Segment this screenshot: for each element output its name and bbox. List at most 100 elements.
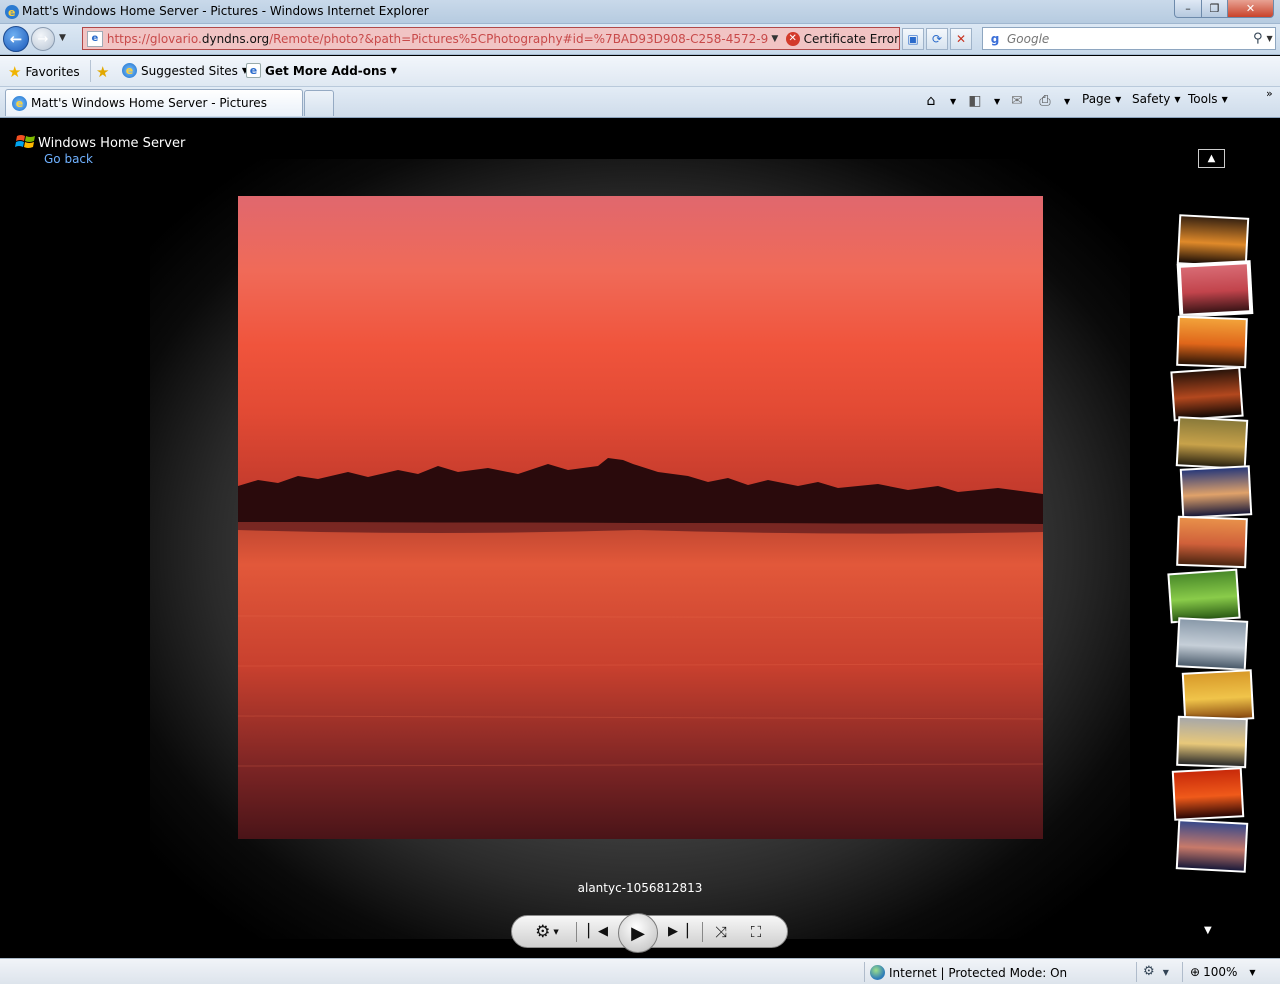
minimize-button[interactable]: –	[1174, 0, 1202, 18]
chevron-down-icon: ▼	[1174, 94, 1181, 104]
address-url[interactable]: https://glovario.dyndns.org/Remote/photo…	[107, 32, 768, 46]
search-input[interactable]	[1007, 31, 1247, 46]
chevron-down-icon: ▼	[950, 96, 957, 106]
address-bar[interactable]: e https://glovario.dyndns.org/Remote/pho…	[82, 27, 900, 50]
fullscreen-button[interactable]: ⛶	[742, 916, 770, 947]
thumbnail-blue-pattern[interactable]	[1175, 617, 1249, 671]
refresh-button[interactable]: ⟳	[926, 28, 948, 50]
thumbnail-image	[1177, 418, 1247, 468]
arrow-left-icon: ←	[9, 30, 23, 48]
thumbnail-image	[1172, 368, 1242, 420]
chevron-down-icon: ▼	[1115, 94, 1122, 104]
command-bar-chevron[interactable]: »	[1266, 87, 1273, 100]
compatibility-icon: ▣	[907, 32, 919, 46]
page-menu-label: Page	[1082, 92, 1112, 106]
stop-button[interactable]: ✕	[950, 28, 972, 50]
next-button[interactable]: ▶▕	[664, 916, 692, 947]
zoom-control[interactable]: ⊕ 100% ▼	[1190, 965, 1256, 979]
rss-icon: ◧	[968, 93, 982, 109]
thumbnail-image	[1177, 821, 1247, 871]
protected-mode-button[interactable]: ⚙ ▼	[1143, 964, 1169, 979]
security-zone-label: Internet | Protected Mode: On	[889, 965, 1068, 980]
window-title: Matt's Windows Home Server - Pictures - …	[22, 4, 429, 18]
gear-icon: ⚙	[535, 921, 551, 942]
read-mail-button[interactable]: ✉	[1008, 92, 1026, 110]
divider	[864, 962, 865, 982]
thumbnails-scroll-down-button[interactable]: ▼	[1204, 925, 1212, 936]
play-icon: ▶	[631, 922, 645, 944]
refresh-icon: ⟳	[931, 32, 943, 46]
shuffle-button[interactable]: ⤨	[708, 916, 734, 947]
slideshow-controls: ⚙ ▼ ▏◀ ▶ ▶▕ ⤨ ⛶	[511, 913, 788, 953]
history-dropdown-icon[interactable]: ▼	[59, 33, 71, 45]
back-button[interactable]: ←	[3, 26, 29, 52]
chevron-down-icon: ▼	[1249, 967, 1256, 977]
mail-icon: ✉	[1011, 93, 1023, 109]
suggested-sites-label: Suggested Sites	[141, 63, 238, 78]
thumbnail-pink-lake[interactable]	[1178, 262, 1252, 316]
favorites-button[interactable]: ★ Favorites	[8, 63, 80, 81]
shuffle-icon: ⤨	[714, 922, 727, 941]
add-to-favorites-bar-button[interactable]: ★	[96, 63, 113, 81]
settings-button[interactable]: ⚙ ▼	[526, 916, 568, 947]
thumbnail-palm-sunset[interactable]	[1176, 515, 1248, 569]
feeds-button[interactable]: ◧ ▼	[966, 92, 1000, 110]
navigation-bar: ← → ▼ e https://glovario.dyndns.org/Remo…	[0, 24, 1280, 55]
tab-bar: e Matt's Windows Home Server - Pictures …	[0, 87, 1280, 118]
go-back-link[interactable]: Go back	[44, 152, 93, 166]
chevron-down-icon: ▼	[1064, 96, 1071, 106]
new-tab-button[interactable]	[304, 90, 334, 116]
arrow-right-icon: →	[37, 31, 49, 47]
thumbnail-image	[1178, 717, 1246, 767]
shield-icon: ⚙	[1143, 964, 1155, 979]
get-more-addons-button[interactable]: e Get More Add-ons ▼	[246, 63, 397, 78]
home-icon: ⌂	[926, 93, 936, 109]
fullscreen-icon: ⛶	[750, 922, 762, 941]
thumbnail-dark-sun[interactable]	[1170, 366, 1244, 422]
tab-active[interactable]: e Matt's Windows Home Server - Pictures	[5, 89, 303, 116]
thumbnail-image	[1178, 517, 1246, 567]
print-button[interactable]: ⎙ ▼	[1036, 92, 1070, 110]
tools-menu[interactable]: Tools ▼	[1188, 92, 1228, 106]
thumbnails-scroll-up-button[interactable]: ▲	[1198, 149, 1225, 168]
page-menu[interactable]: Page ▼	[1082, 92, 1121, 106]
safety-menu-label: Safety	[1132, 92, 1171, 106]
thumbnail-green-grass[interactable]	[1167, 568, 1241, 624]
play-button[interactable]: ▶	[618, 913, 658, 953]
printer-icon: ⎙	[1039, 93, 1051, 109]
triangle-up-icon: ▲	[1207, 153, 1216, 164]
address-dropdown-icon[interactable]: ▼	[768, 34, 782, 44]
certificate-error-label[interactable]: Certificate Error	[804, 32, 899, 46]
status-bar: Internet | Protected Mode: On ⚙ ▼ ⊕ 100%…	[0, 958, 1280, 984]
thumbnail-orange-sky[interactable]	[1176, 315, 1248, 369]
security-zone[interactable]: Internet | Protected Mode: On	[870, 965, 1067, 980]
safety-menu[interactable]: Safety ▼	[1132, 92, 1181, 106]
suggested-sites-button[interactable]: e Suggested Sites ▼	[122, 63, 248, 78]
thumbnail-image	[1178, 216, 1248, 266]
svg-text:e: e	[8, 6, 15, 19]
thumbnail-sunset-beach[interactable]	[1176, 214, 1250, 268]
home-button[interactable]: ⌂ ▼	[922, 92, 957, 110]
search-dropdown-icon[interactable]: ▼	[1267, 34, 1273, 43]
thumbnail-autumn-leaves[interactable]	[1181, 669, 1255, 723]
thumbnail-red-sun[interactable]	[1171, 767, 1245, 821]
thumbnail-dusk-clouds[interactable]	[1175, 819, 1249, 873]
thumbnail-blue-pier[interactable]	[1179, 465, 1253, 519]
thumbnail-image	[1181, 467, 1251, 517]
thumbnail-trees-sunrays[interactable]	[1175, 416, 1249, 470]
maximize-button[interactable]: ❐	[1201, 0, 1228, 18]
thumbnail-tree-silhouette[interactable]	[1176, 715, 1248, 769]
certificate-error-icon[interactable]: ✕	[785, 31, 800, 46]
compatibility-view-button[interactable]: ▣	[902, 28, 924, 50]
chevron-down-icon: ▼	[390, 66, 397, 75]
divider	[90, 60, 91, 82]
tools-menu-label: Tools	[1188, 92, 1218, 106]
main-photo	[238, 196, 1043, 839]
chevron-down-icon: ▼	[553, 927, 559, 936]
addons-page-icon: e	[246, 63, 261, 78]
magnifier-icon[interactable]: ⚲	[1253, 31, 1263, 46]
forward-button[interactable]: →	[31, 27, 55, 51]
previous-button[interactable]: ▏◀	[584, 916, 612, 947]
favorites-label: Favorites	[25, 65, 80, 79]
close-button[interactable]: ✕	[1227, 0, 1274, 18]
